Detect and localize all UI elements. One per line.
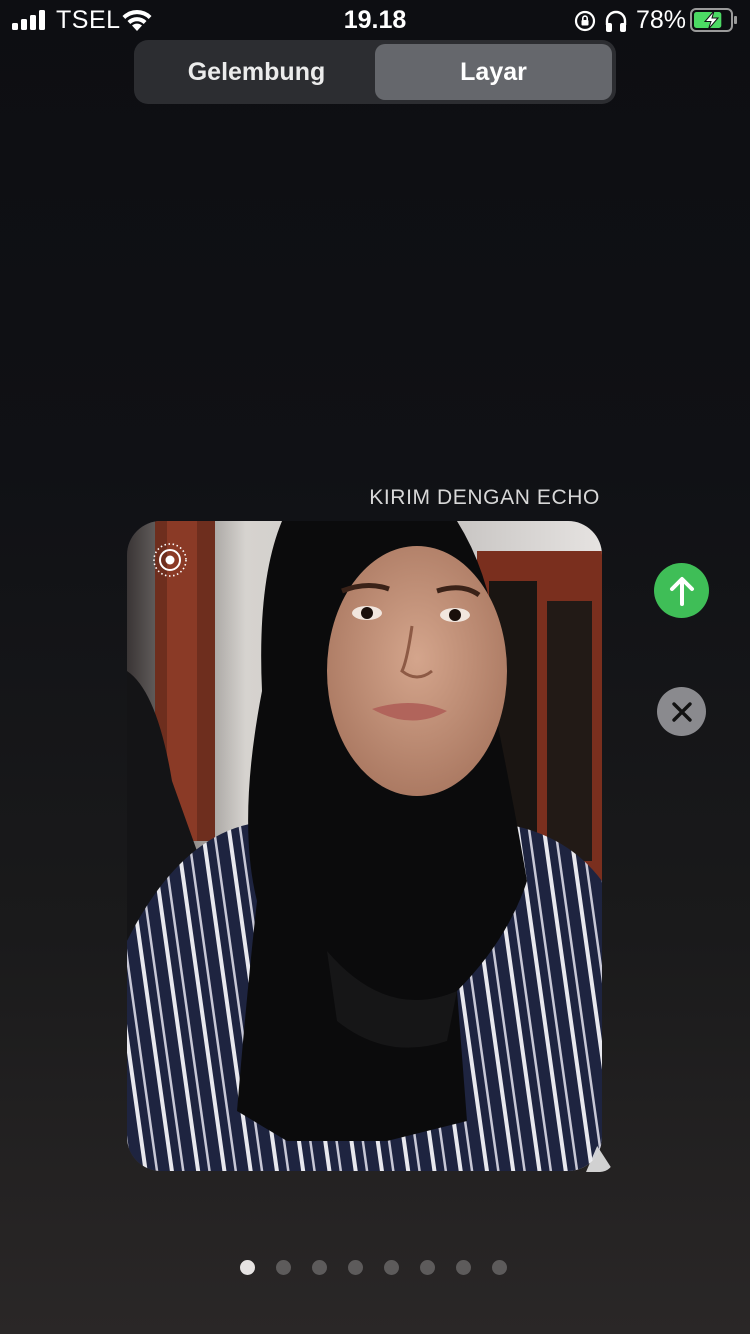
effect-label: KIRIM DENGAN ECHO xyxy=(369,486,600,509)
cancel-button[interactable] xyxy=(657,687,706,736)
arrow-up-icon xyxy=(669,576,694,606)
page-dot[interactable] xyxy=(312,1260,327,1275)
page-dot[interactable] xyxy=(456,1260,471,1275)
tab-bubble[interactable]: Gelembung xyxy=(138,44,375,100)
photo-image xyxy=(127,521,602,1171)
battery-percentage: 78% xyxy=(636,6,687,34)
status-bar: TSEL 19.18 78% xyxy=(0,0,750,40)
effect-type-segmented-control: Gelembung Layar xyxy=(134,40,616,104)
page-indicator[interactable] xyxy=(240,1260,520,1276)
headphones-icon xyxy=(605,10,627,32)
tab-screen[interactable]: Layar xyxy=(375,44,612,100)
page-dot[interactable] xyxy=(276,1260,291,1275)
rotation-lock-icon xyxy=(574,10,596,32)
close-icon xyxy=(671,701,692,722)
live-photo-icon[interactable] xyxy=(152,542,188,578)
photo-preview xyxy=(127,521,602,1171)
page-dot[interactable] xyxy=(420,1260,435,1275)
page-dot[interactable] xyxy=(492,1260,507,1275)
page-dot[interactable] xyxy=(348,1260,363,1275)
page-dot[interactable] xyxy=(384,1260,399,1275)
page-dot[interactable] xyxy=(240,1260,255,1275)
send-button[interactable] xyxy=(654,563,709,618)
battery-charging-icon xyxy=(690,8,737,32)
screen: TSEL 19.18 78% Gelembung Layar KIRIM DEN… xyxy=(0,0,750,1334)
